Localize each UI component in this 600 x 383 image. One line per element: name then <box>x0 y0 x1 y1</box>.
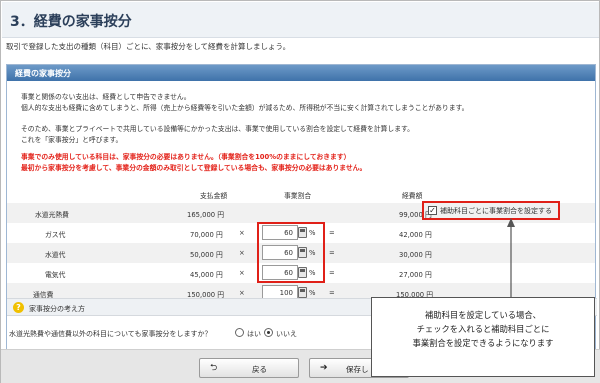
callout-line: 補助科目を設定している場合、 <box>425 310 541 320</box>
annotation-callout: 補助科目を設定している場合、 チェックを入れると補助科目ごとに 事業割合を設定で… <box>371 297 595 377</box>
callout-line: チェックを入れると補助科目ごとに <box>416 324 550 334</box>
callout-line: 事業割合を設定できるようになります <box>412 338 554 348</box>
app-window: 3．経費の家事按分 取引で登録した支出の種類（科目）ごとに、家事按分をして経費を… <box>0 0 600 383</box>
